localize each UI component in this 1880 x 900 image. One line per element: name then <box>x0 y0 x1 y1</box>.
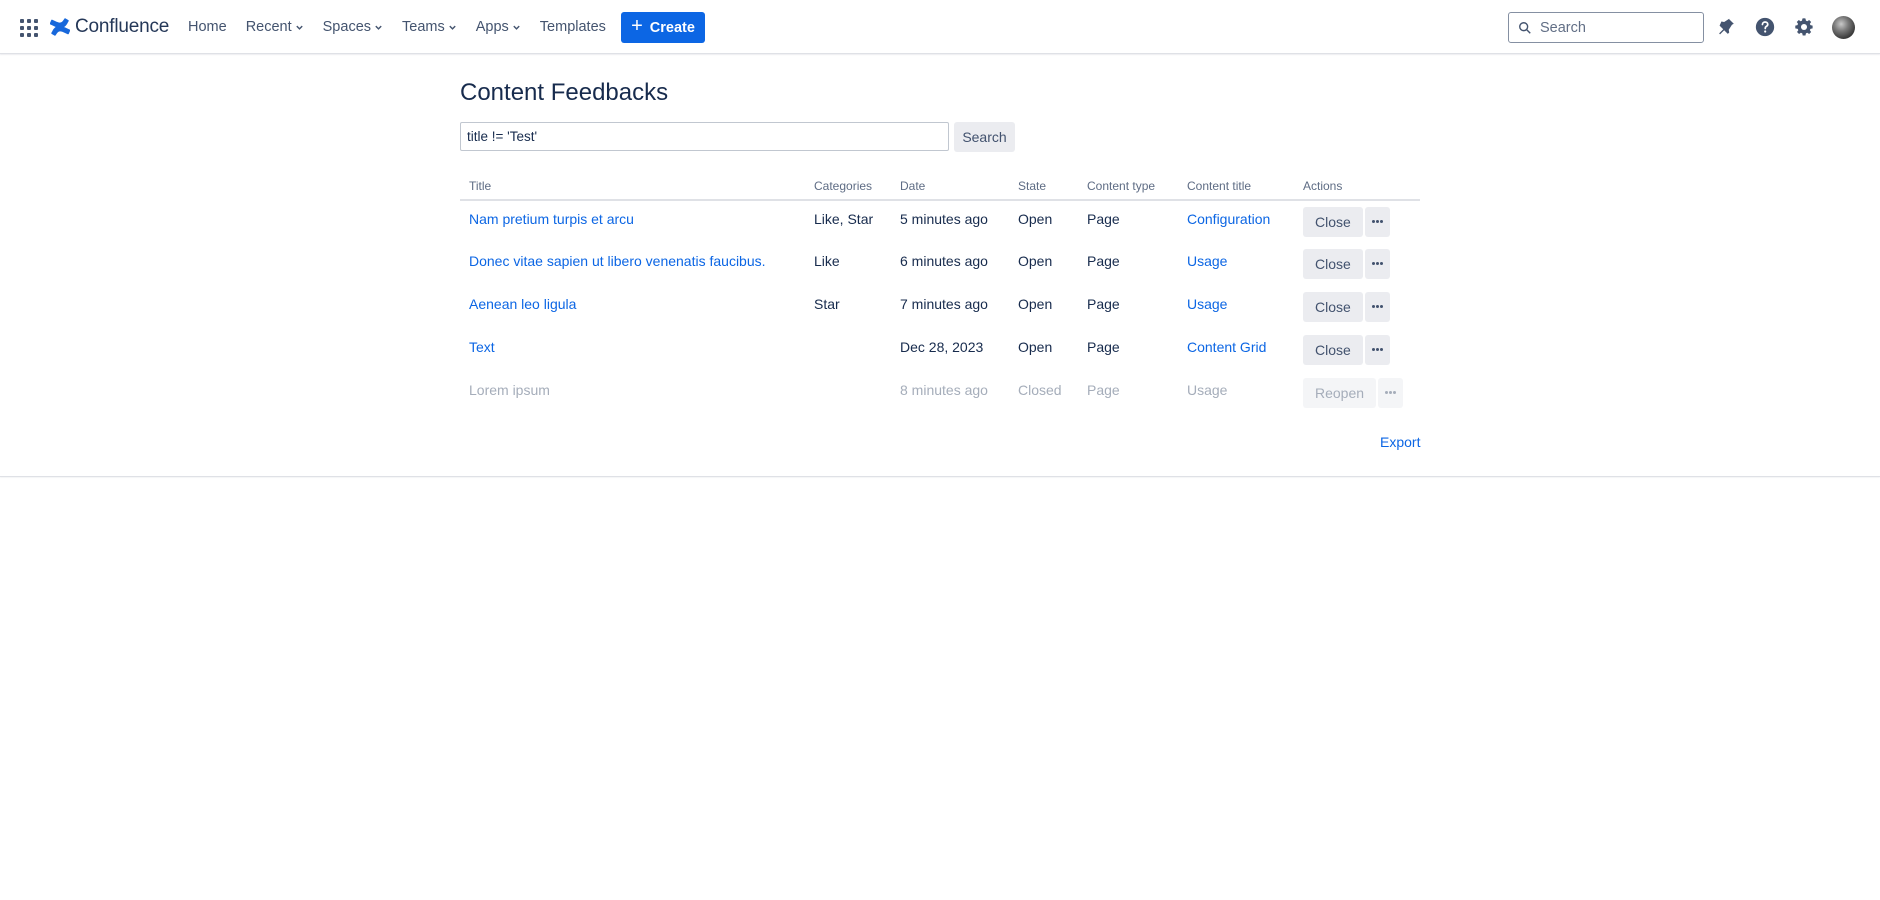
content-title-cell: Usage <box>1187 382 1228 398</box>
column-header-title[interactable]: Title <box>460 172 805 201</box>
export-link[interactable]: Export <box>1380 434 1420 450</box>
nav-recent-label: Recent <box>245 19 292 35</box>
actions-cell: Close <box>1294 243 1420 286</box>
state-cell: Open <box>1018 339 1053 355</box>
table-row: Aenean leo ligula Star 7 minutes ago Ope… <box>460 286 1420 329</box>
actions-cell: Reopen <box>1294 372 1420 415</box>
date-cell: 6 minutes ago <box>900 253 988 269</box>
avatar[interactable] <box>1832 16 1855 39</box>
column-header-content-title[interactable]: Content title <box>1178 172 1294 201</box>
primary-nav: Home Recent Spaces Teams Apps Templates <box>188 0 625 54</box>
date-cell: Dec 28, 2023 <box>900 339 984 355</box>
query-input[interactable] <box>460 122 949 151</box>
settings-icon[interactable] <box>1793 16 1815 38</box>
state-cell: Open <box>1018 253 1053 269</box>
close-feedback-button[interactable]: Close <box>1303 249 1363 279</box>
feedback-title-link[interactable]: Nam pretium turpis et arcu <box>469 211 634 227</box>
state-cell: Closed <box>1018 382 1062 398</box>
feedback-table: Title Categories Date State Content type… <box>460 172 1420 415</box>
table-row: Nam pretium turpis et arcu Like, Star 5 … <box>460 200 1420 243</box>
column-header-date[interactable]: Date <box>891 172 1009 201</box>
more-actions-icon[interactable] <box>1364 207 1390 237</box>
content-title-link[interactable]: Configuration <box>1187 211 1270 227</box>
date-cell: 5 minutes ago <box>900 211 988 227</box>
close-feedback-button[interactable]: Close <box>1303 335 1363 365</box>
chevron-down-icon <box>513 25 520 30</box>
table-row: Lorem ipsum 8 minutes ago Closed Page Us… <box>460 372 1420 415</box>
categories-cell: Like <box>814 253 840 269</box>
nav-templates[interactable]: Templates <box>540 19 606 35</box>
nav-templates-label: Templates <box>539 19 606 35</box>
confluence-logo-icon <box>50 18 70 36</box>
content-title-link[interactable]: Usage <box>1187 253 1227 269</box>
nav-apps[interactable]: Apps <box>476 19 521 35</box>
close-feedback-button[interactable]: Close <box>1303 292 1363 322</box>
create-button-label: Create <box>649 19 695 36</box>
feedback-title-link[interactable]: Aenean leo ligula <box>469 296 576 312</box>
actions-cell: Close <box>1294 286 1420 329</box>
reopen-feedback-button[interactable]: Reopen <box>1303 378 1377 408</box>
nav-home[interactable]: Home <box>188 19 227 35</box>
content-type-cell: Page <box>1087 382 1120 398</box>
column-header-content-type[interactable]: Content type <box>1078 172 1178 201</box>
actions-cell: Close <box>1294 200 1420 243</box>
nav-home-label: Home <box>188 19 227 35</box>
more-actions-icon[interactable] <box>1364 292 1390 322</box>
top-navigation: Confluence Home Recent Spaces Teams Apps… <box>0 0 1880 54</box>
app-switcher-icon[interactable] <box>20 19 38 37</box>
date-cell: 8 minutes ago <box>900 382 988 398</box>
feedback-title-link[interactable]: Donec vitae sapien ut libero venenatis f… <box>469 253 766 269</box>
confluence-logo[interactable]: Confluence <box>50 15 169 39</box>
page-title: Content Feedbacks <box>460 79 669 106</box>
nav-spaces-label: Spaces <box>322 19 372 35</box>
chevron-down-icon <box>449 25 456 30</box>
global-search-input[interactable] <box>1540 19 1690 36</box>
table-header-row: Title Categories Date State Content type… <box>460 172 1420 201</box>
more-actions-icon[interactable] <box>1364 335 1390 365</box>
search-icon <box>1519 21 1531 34</box>
categories-cell <box>805 329 891 372</box>
categories-cell: Like, Star <box>814 211 874 227</box>
nav-teams-label: Teams <box>402 19 445 35</box>
product-name: Confluence <box>75 16 170 37</box>
categories-cell: Star <box>814 296 840 312</box>
table-row: Donec vitae sapien ut libero venenatis f… <box>460 243 1420 286</box>
content-type-cell: Page <box>1087 253 1120 269</box>
feedback-title-link[interactable]: Text <box>469 339 495 355</box>
content-type-cell: Page <box>1087 339 1120 355</box>
nav-teams[interactable]: Teams <box>402 19 457 35</box>
plus-icon: + <box>631 15 643 37</box>
more-actions-icon[interactable] <box>1378 378 1404 408</box>
content-title-link[interactable]: Usage <box>1187 296 1227 312</box>
column-header-state[interactable]: State <box>1009 172 1078 201</box>
content-type-cell: Page <box>1087 211 1120 227</box>
content-title-link[interactable]: Content Grid <box>1187 339 1266 355</box>
date-cell: 7 minutes ago <box>900 296 988 312</box>
chevron-down-icon <box>375 25 382 30</box>
table-row: Text Dec 28, 2023 Open Page Content Grid… <box>460 329 1420 372</box>
search-button[interactable]: Search <box>954 122 1015 152</box>
state-cell: Open <box>1018 211 1053 227</box>
global-search[interactable] <box>1508 12 1704 43</box>
feedback-title-cell: Lorem ipsum <box>469 382 550 398</box>
help-icon[interactable] <box>1754 16 1776 38</box>
nav-apps-label: Apps <box>475 19 509 35</box>
more-actions-icon[interactable] <box>1364 249 1390 279</box>
create-button[interactable]: + Create <box>621 12 705 43</box>
nav-spaces[interactable]: Spaces <box>323 19 383 35</box>
state-cell: Open <box>1018 296 1053 312</box>
content-type-cell: Page <box>1087 296 1120 312</box>
categories-cell <box>805 372 891 415</box>
nav-recent[interactable]: Recent <box>246 19 304 35</box>
close-feedback-button[interactable]: Close <box>1303 207 1363 237</box>
column-header-categories[interactable]: Categories <box>805 172 891 201</box>
column-header-actions: Actions <box>1294 172 1420 201</box>
notifications-icon[interactable] <box>1715 16 1737 38</box>
footer-divider <box>0 476 1880 477</box>
chevron-down-icon <box>295 25 303 30</box>
actions-cell: Close <box>1294 329 1420 372</box>
